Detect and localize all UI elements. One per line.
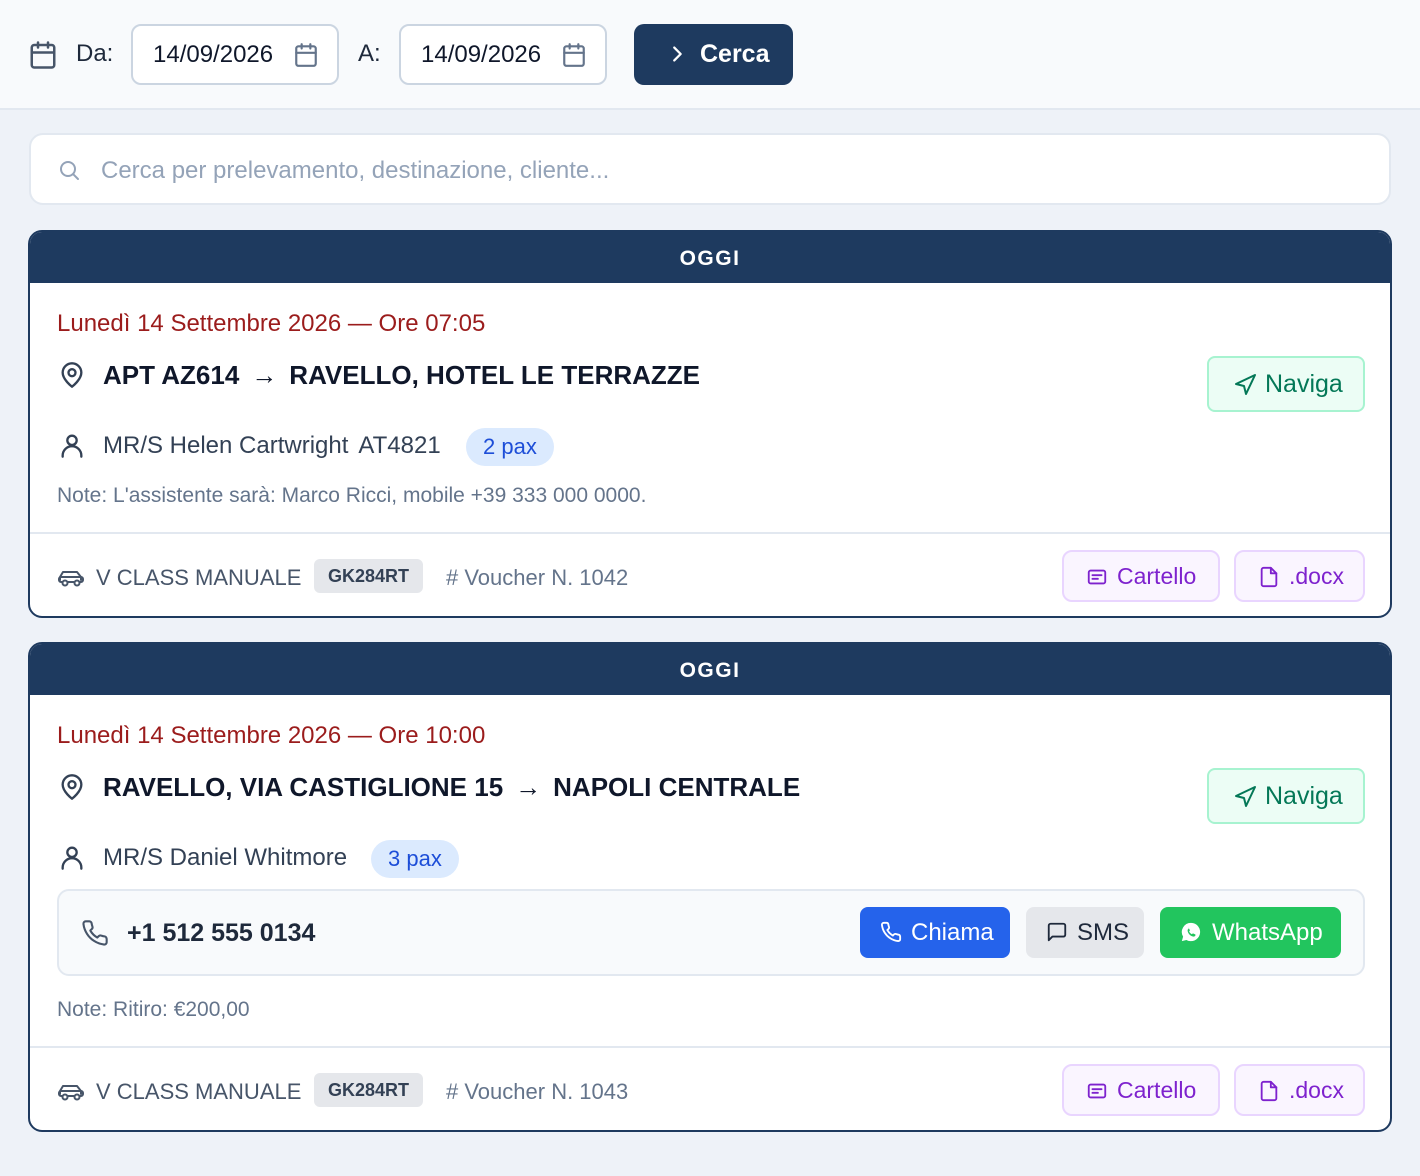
docx-button-label: .docx — [1289, 1077, 1344, 1103]
card-header: OGGI — [30, 232, 1390, 283]
card-header: OGGI — [30, 644, 1390, 695]
call-button-label: Chiama — [911, 919, 994, 946]
whatsapp-button[interactable]: WhatsApp — [1160, 907, 1341, 958]
dropoff-location: NAPOLI CENTRALE — [553, 772, 801, 802]
client-name: MR/S Daniel Whitmore — [103, 844, 348, 871]
car-icon — [57, 1080, 85, 1102]
divider — [30, 1046, 1390, 1048]
pickup-location: RAVELLO, VIA CASTIGLIONE 15 — [103, 772, 504, 802]
booking-datetime: Lunedì 14 Settembre 2026 — Ore 10:00 — [57, 722, 486, 749]
booking-note: Note: L'assistente sarà: Marco Ricci, mo… — [57, 484, 647, 507]
vehicle-type: V CLASS MANUALE — [96, 565, 302, 590]
route: RAVELLO, VIA CASTIGLIONE 15 → NAPOLI CENTR… — [103, 772, 800, 803]
vehicle-type: V CLASS MANUALE — [96, 1079, 302, 1104]
whatsapp-icon — [1180, 921, 1202, 943]
search-placeholder: Cerca per prelevamento, destinazione, cl… — [101, 157, 610, 184]
from-date-value: 14/09/2026 — [153, 41, 274, 68]
cartello-button-label: Cartello — [1117, 563, 1197, 589]
calendar-icon — [28, 40, 58, 70]
to-date-label: A: — [358, 40, 381, 67]
booking-card: OGGI Lunedì 14 Settembre 2026 — Ore 07:0… — [28, 230, 1392, 618]
phone-number: +1 512 555 0134 — [127, 919, 316, 947]
file-icon — [1258, 1080, 1280, 1102]
route-arrow: → — [515, 772, 542, 802]
map-pin-icon — [58, 772, 86, 802]
to-date-input[interactable]: 14/09/2026 — [399, 24, 607, 85]
booking-datetime: Lunedì 14 Settembre 2026 — Ore 07:05 — [57, 310, 486, 337]
dropoff-location: RAVELLO, HOTEL LE TERRAZZE — [289, 360, 701, 390]
docx-button[interactable]: .docx — [1234, 550, 1365, 602]
chevron-right-icon — [666, 43, 688, 65]
phone-icon — [880, 921, 902, 943]
cartello-button[interactable]: Cartello — [1062, 550, 1220, 602]
date-filter-bar: Da: 14/09/2026 A: 14/09/2026 Cerca — [0, 0, 1420, 110]
voucher-number: # Voucher N. 1042 — [446, 565, 629, 590]
booking-note: Note: Ritiro: €200,00 — [57, 998, 250, 1021]
search-button[interactable]: Cerca — [634, 24, 793, 85]
voucher-number: # Voucher N. 1043 — [446, 1079, 629, 1104]
call-button[interactable]: Chiama — [860, 907, 1010, 958]
sms-button-label: SMS — [1077, 919, 1130, 946]
navigate-button-label: Naviga — [1265, 370, 1343, 398]
file-icon — [1258, 566, 1280, 588]
docx-button[interactable]: .docx — [1234, 1064, 1365, 1116]
pax-badge: 3 pax — [371, 840, 459, 878]
license-plate: GK284RT — [314, 559, 424, 593]
navigate-button-label: Naviga — [1265, 782, 1343, 810]
search-icon — [57, 158, 81, 182]
docx-button-label: .docx — [1289, 563, 1344, 589]
divider — [30, 532, 1390, 534]
phone-icon — [81, 919, 109, 947]
map-pin-icon — [58, 360, 86, 390]
client-name: MR/S Helen Cartwright — [103, 432, 349, 459]
pickup-location: APT AZ614 — [103, 360, 240, 390]
route: APT AZ614 → RAVELLO, HOTEL LE TERRAZZE — [103, 360, 700, 391]
client-info: MR/S Helen Cartwright AT4821 — [103, 432, 441, 460]
from-date-input[interactable]: 14/09/2026 — [131, 24, 339, 85]
sms-button[interactable]: SMS — [1026, 907, 1144, 958]
flight-number: AT4821 — [358, 432, 441, 459]
phone-contact-box: +1 512 555 0134 Chiama SMS WhatsApp — [57, 889, 1365, 976]
from-date-label: Da: — [76, 40, 114, 67]
message-icon — [1046, 921, 1068, 943]
booking-card: OGGI Lunedì 14 Settembre 2026 — Ore 10:0… — [28, 642, 1392, 1132]
navigate-button[interactable]: Naviga — [1207, 768, 1365, 824]
to-date-value: 14/09/2026 — [421, 41, 542, 68]
user-icon — [58, 430, 86, 460]
navigation-icon — [1233, 373, 1257, 397]
calendar-picker-icon[interactable] — [561, 42, 587, 68]
license-plate: GK284RT — [314, 1073, 424, 1107]
calendar-picker-icon[interactable] — [293, 42, 319, 68]
navigate-button[interactable]: Naviga — [1207, 356, 1365, 412]
cartello-button[interactable]: Cartello — [1062, 1064, 1220, 1116]
navigation-icon — [1233, 785, 1257, 809]
pax-badge: 2 pax — [466, 428, 554, 466]
sign-icon — [1086, 566, 1108, 588]
cartello-button-label: Cartello — [1117, 1077, 1197, 1103]
user-icon — [58, 842, 86, 872]
search-button-label: Cerca — [700, 40, 770, 68]
route-arrow: → — [251, 360, 278, 390]
car-icon — [57, 566, 85, 588]
whatsapp-button-label: WhatsApp — [1212, 919, 1323, 946]
sign-icon — [1086, 1080, 1108, 1102]
search-input[interactable]: Cerca per prelevamento, destinazione, cl… — [29, 133, 1391, 205]
